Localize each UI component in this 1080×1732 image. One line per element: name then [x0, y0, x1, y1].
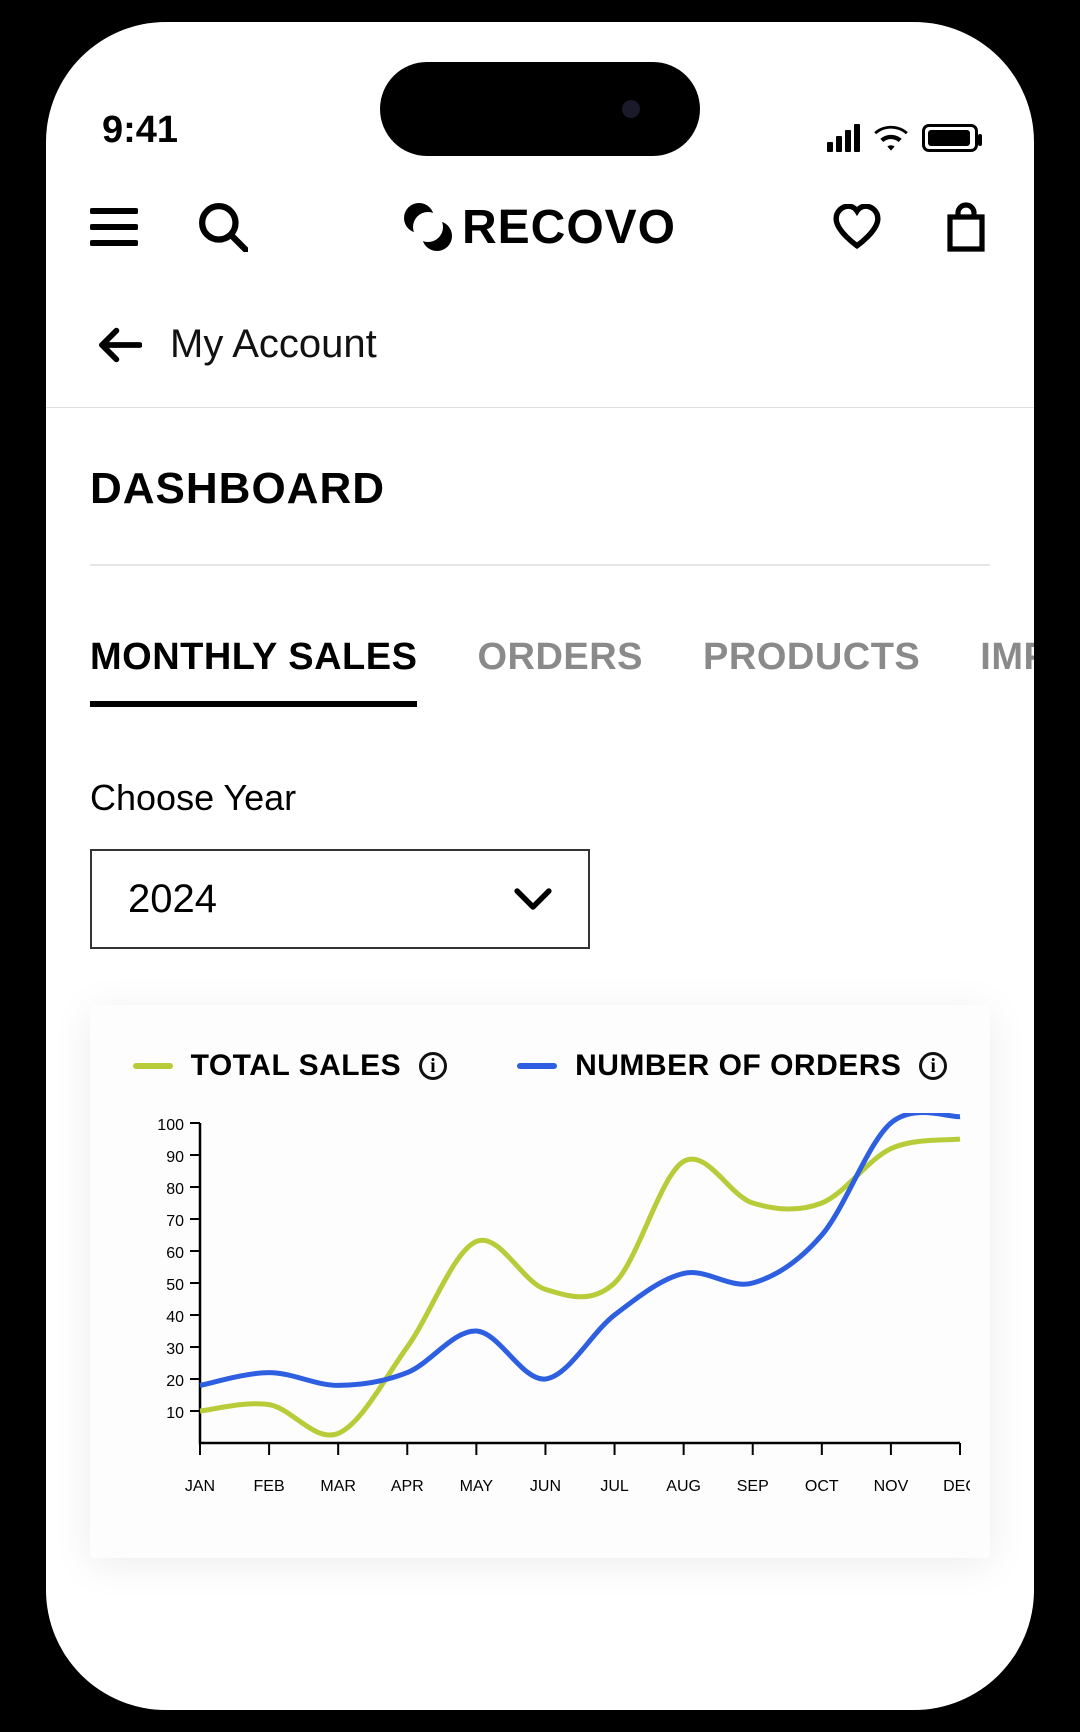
svg-text:DEC: DEC	[943, 1478, 970, 1495]
cellular-icon	[827, 124, 860, 152]
tab-monthly-sales[interactable]: MONTHLY SALES	[90, 636, 417, 707]
legend-swatch-green	[133, 1063, 173, 1069]
page-title: DASHBOARD	[46, 408, 1034, 544]
svg-text:SEP: SEP	[737, 1478, 769, 1495]
monthly-sales-chart: 10 20 30 40 50 60 70 80 90 100 JAN FEB MAR APR MAY JUN J…	[110, 1113, 970, 1513]
svg-text:40: 40	[166, 1309, 184, 1326]
svg-text:70: 70	[166, 1213, 184, 1230]
menu-icon[interactable]	[90, 207, 138, 247]
chart-legend: TOTAL SALES i NUMBER OF ORDERS i	[110, 1049, 970, 1083]
svg-text:MAR: MAR	[320, 1478, 356, 1495]
phone-frame: 9:41	[24, 0, 1056, 1732]
year-select-value: 2024	[128, 877, 217, 922]
tab-impact[interactable]: IMPA	[980, 636, 1034, 707]
year-select[interactable]: 2024	[90, 849, 590, 949]
svg-text:80: 80	[166, 1181, 184, 1198]
brand-name: RECOVO	[462, 200, 676, 255]
legend-label-number-of-orders: NUMBER OF ORDERS	[575, 1049, 901, 1083]
breadcrumb[interactable]: My Account	[46, 292, 1034, 408]
svg-text:AUG: AUG	[666, 1478, 701, 1495]
battery-icon	[922, 124, 978, 152]
bag-icon[interactable]	[942, 201, 990, 253]
svg-text:100: 100	[157, 1117, 184, 1134]
legend-total-sales: TOTAL SALES i	[133, 1049, 448, 1083]
svg-text:30: 30	[166, 1341, 184, 1358]
brand-mark-icon	[404, 203, 452, 251]
chart-card: TOTAL SALES i NUMBER OF ORDERS i 10 20 30 4…	[90, 1005, 990, 1558]
brand-logo[interactable]: RECOVO	[404, 200, 676, 255]
tabs: MONTHLY SALES ORDERS PRODUCTS IMPA	[46, 566, 1034, 707]
heart-icon[interactable]	[832, 204, 882, 250]
svg-text:APR: APR	[391, 1478, 424, 1495]
tab-products[interactable]: PRODUCTS	[703, 636, 920, 707]
status-time: 9:41	[102, 109, 178, 152]
svg-text:OCT: OCT	[805, 1478, 839, 1495]
dynamic-island	[380, 62, 700, 156]
info-icon[interactable]: i	[419, 1052, 447, 1080]
search-icon[interactable]	[198, 202, 248, 252]
tab-orders[interactable]: ORDERS	[477, 636, 643, 707]
breadcrumb-label: My Account	[170, 322, 377, 367]
legend-swatch-blue	[517, 1063, 557, 1069]
svg-text:JUL: JUL	[600, 1478, 629, 1495]
svg-text:JUN: JUN	[530, 1478, 561, 1495]
screen: 9:41	[46, 22, 1034, 1710]
svg-text:NOV: NOV	[874, 1478, 909, 1495]
svg-text:MAY: MAY	[460, 1478, 494, 1495]
svg-text:FEB: FEB	[254, 1478, 285, 1495]
year-field-label: Choose Year	[46, 707, 1034, 819]
wifi-icon	[874, 124, 908, 152]
legend-number-of-orders: NUMBER OF ORDERS i	[517, 1049, 947, 1083]
svg-text:10: 10	[166, 1405, 184, 1422]
svg-text:20: 20	[166, 1373, 184, 1390]
svg-text:50: 50	[166, 1277, 184, 1294]
info-icon[interactable]: i	[919, 1052, 947, 1080]
svg-text:90: 90	[166, 1149, 184, 1166]
app-header: RECOVO	[46, 162, 1034, 292]
back-arrow-icon[interactable]	[98, 327, 142, 363]
svg-text:60: 60	[166, 1245, 184, 1262]
svg-text:JAN: JAN	[185, 1478, 215, 1495]
legend-label-total-sales: TOTAL SALES	[191, 1049, 402, 1083]
status-indicators	[827, 124, 978, 152]
chevron-down-icon	[514, 887, 552, 911]
